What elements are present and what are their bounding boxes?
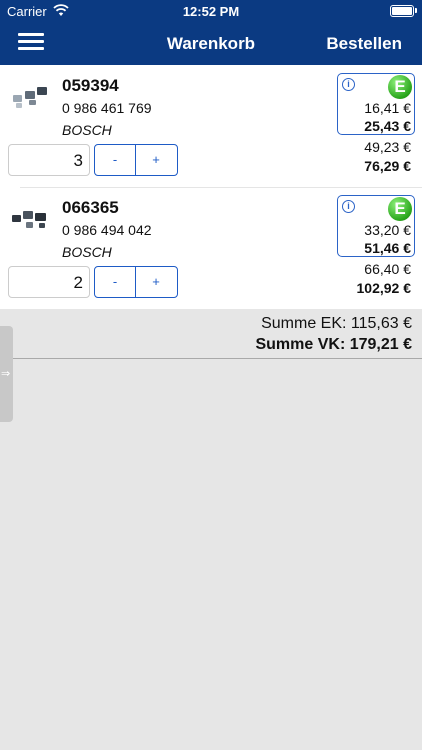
status-bar: Carrier 12:52 PM [0, 0, 422, 22]
drawer-handle-icon: ⇒ [1, 368, 11, 380]
vk-total-price: 76,29 € [364, 158, 411, 174]
battery-tip [415, 8, 417, 13]
availability-badge: E [388, 197, 412, 221]
quantity-value: 2 [73, 273, 83, 292]
app-header: Carrier 12:52 PM Warenkorb Bestellen [0, 0, 422, 65]
vk-unit-price: 25,43 € [364, 118, 411, 134]
product-thumbnail [12, 211, 46, 228]
increment-button[interactable]: + [136, 267, 176, 297]
availability-badge: E [388, 75, 412, 99]
cart-summary: Summe EK: 115,63 € Summe VK: 179,21 € [0, 309, 422, 359]
unit-price-box[interactable]: i E 33,20 € 51,46 € [337, 195, 415, 257]
battery-icon [390, 5, 414, 17]
quantity-field[interactable]: 3 [8, 144, 90, 176]
sum-vk: Summe VK: 179,21 € [255, 336, 412, 353]
unit-price-box[interactable]: i E 16,41 € 25,43 € [337, 73, 415, 135]
increment-button[interactable]: + [136, 145, 176, 175]
cart-item: 059394 0 986 461 769 BOSCH 3 - + i E 16,… [0, 65, 422, 187]
cart-item: 066365 0 986 494 042 BOSCH 2 - + i E 33,… [0, 187, 422, 309]
ek-unit-price: 33,20 € [364, 222, 411, 238]
ek-total-price: 66,40 € [364, 261, 411, 277]
product-thumbnail [13, 87, 47, 108]
part-number: 0 986 494 042 [62, 222, 152, 238]
vk-total-price: 102,92 € [356, 280, 412, 296]
decrement-button[interactable]: - [95, 145, 136, 175]
ek-unit-price: 16,41 € [364, 100, 411, 116]
article-number: 066365 [62, 198, 119, 217]
ek-total-price: 49,23 € [364, 139, 411, 155]
info-icon[interactable]: i [342, 200, 355, 213]
article-number: 059394 [62, 76, 119, 95]
brand-name: BOSCH [62, 122, 112, 138]
vk-unit-price: 51,46 € [364, 240, 411, 256]
cart-list: 059394 0 986 461 769 BOSCH 3 - + i E 16,… [0, 65, 422, 309]
decrement-button[interactable]: - [95, 267, 136, 297]
sum-ek: Summe EK: 115,63 € [261, 315, 412, 332]
quantity-field[interactable]: 2 [8, 266, 90, 298]
info-icon[interactable]: i [342, 78, 355, 91]
order-button[interactable]: Bestellen [326, 34, 402, 54]
drawer-handle[interactable]: ⇒ [0, 326, 13, 422]
quantity-stepper: - + [94, 266, 178, 298]
brand-name: BOSCH [62, 244, 112, 260]
status-time: 12:52 PM [182, 4, 240, 19]
navigation-bar: Warenkorb Bestellen [0, 22, 422, 65]
part-number: 0 986 461 769 [62, 100, 152, 116]
quantity-value: 3 [73, 151, 83, 170]
quantity-stepper: - + [94, 144, 178, 176]
